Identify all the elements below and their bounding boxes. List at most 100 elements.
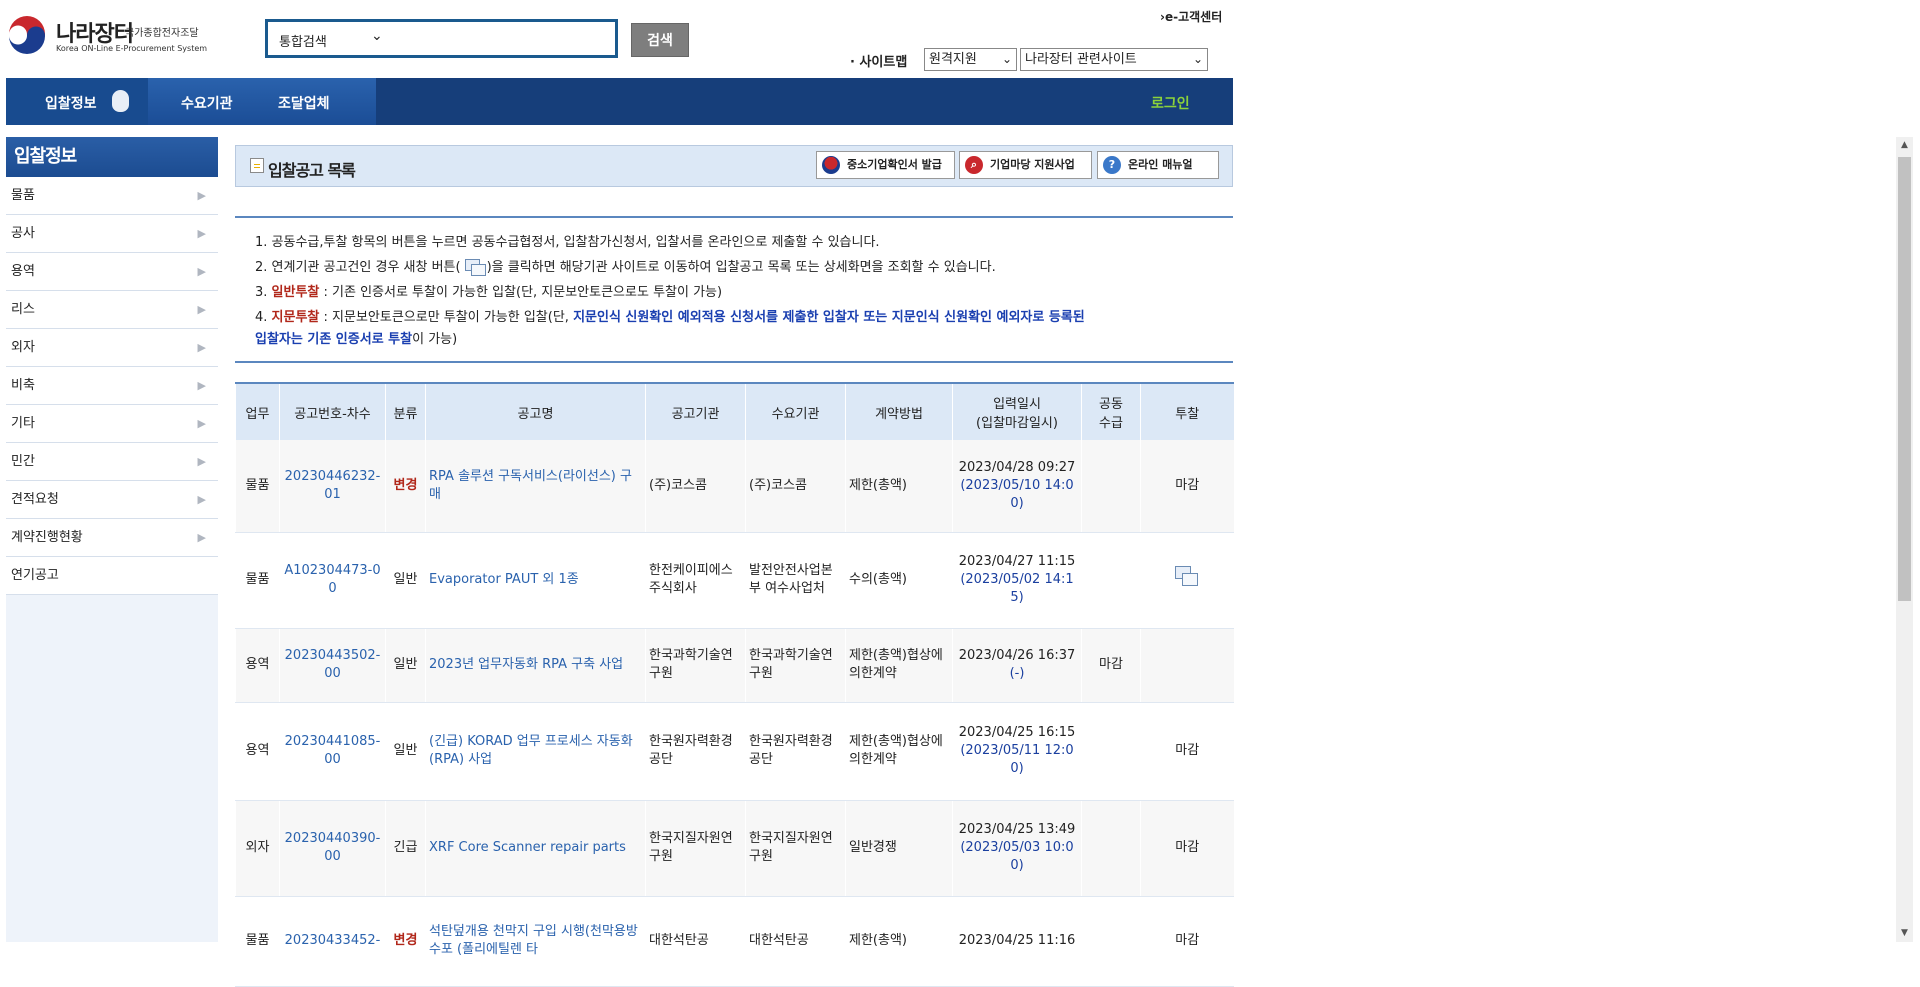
notice-line-1: 1. 공동수급,투찰 항목의 버튼을 누르면 공동수급협정서, 입찰참가신청서,…: [255, 235, 880, 250]
scrollbar-thumb[interactable]: [1898, 157, 1911, 601]
notice-number-link[interactable]: 20230443502-00: [279, 628, 386, 703]
customer-center-label: e-고객센터: [1164, 10, 1223, 24]
table-header-row: 업무 공고번호-차수 분류 공고명 공고기관 수요기관 계약방법 입력일시 (입…: [235, 382, 1234, 440]
bid-cell[interactable]: [1140, 532, 1234, 629]
notice-number-link[interactable]: 20230446232-01: [279, 440, 386, 533]
site-header: 나라장터 국가종합전자조달 Korea ON-Line E-Procuremen…: [0, 0, 1233, 78]
date-cell: 2023/04/25 13:49 (2023/05/03 10:00): [952, 800, 1082, 897]
notice-number-link[interactable]: A102304473-00: [279, 532, 386, 629]
sidebar-item-quote-request[interactable]: 견적요청 ▶: [6, 481, 218, 519]
work-cell: 물품: [235, 440, 280, 533]
sidebar-item-private[interactable]: 민간 ▶: [6, 443, 218, 481]
sidebar-item-postponed[interactable]: 연기공고: [6, 557, 218, 595]
notice-number-link[interactable]: 20230440390-00: [279, 800, 386, 897]
sidebar-item-stockpile[interactable]: 비축 ▶: [6, 367, 218, 405]
method-cell: 제한(총액): [845, 896, 953, 987]
new-window-icon: [461, 259, 487, 276]
sidebar-item-construction[interactable]: 공사 ▶: [6, 215, 218, 253]
notice-line-4-blue-1: 지문인식 신원확인 예외적용 신청서를 제출한 입찰자 또는 지문인식 신원확인…: [573, 310, 1085, 325]
notice-line-4-blue-2: 입찰자는 기존 인증서로 투찰: [255, 332, 413, 347]
sidebar-item-label: 외자: [11, 340, 35, 355]
remote-support-value: 원격지원: [929, 52, 977, 67]
sitemap-link[interactable]: · 사이트맵: [850, 51, 907, 70]
site-logo[interactable]: 나라장터 국가종합전자조달 Korea ON-Line E-Procuremen…: [6, 14, 226, 58]
bid-cell[interactable]: 마감: [1140, 800, 1234, 897]
column-header: 투찰: [1140, 382, 1234, 440]
sidebar-item-foreign[interactable]: 외자 ▶: [6, 329, 218, 367]
fingerprint-bid-label: 지문투찰: [271, 310, 320, 325]
bid-cell[interactable]: 마감: [1140, 896, 1234, 987]
column-header: 공고명: [425, 382, 646, 440]
sidebar: 입찰정보 물품 ▶ 공사 ▶ 용역 ▶ 리스 ▶ 외자 ▶ 비축 ▶ 기타 ▶ 민간 ▶ 견적요…: [6, 137, 218, 942]
related-sites-select[interactable]: 나라장터 관련사이트 ⌄: [1020, 48, 1208, 71]
login-button[interactable]: 로그인: [1151, 93, 1190, 113]
nav-item-demand-agency[interactable]: 수요기관: [181, 93, 233, 113]
joint-cell[interactable]: [1081, 440, 1141, 533]
notice-title-link[interactable]: Evaporator PAUT 외 1종: [425, 532, 646, 629]
bizinfo-support-label: 기업마당 지원사업: [990, 158, 1075, 171]
deadline-datetime: (2023/05/11 12:00): [960, 743, 1074, 776]
sidebar-item-label: 민간: [11, 454, 35, 469]
notice-box: 1. 공동수급,투찰 항목의 버튼을 누르면 공동수급협정서, 입찰참가신청서,…: [235, 216, 1233, 363]
sidebar-item-contract-status[interactable]: 계약진행현황 ▶: [6, 519, 218, 557]
notice-title-link[interactable]: 석탄덮개용 천막지 구입 시행(천막용방수포 (폴리에틸렌 타: [425, 896, 646, 987]
page-title: 입찰공고 목록: [268, 161, 356, 180]
search-scope-select[interactable]: 통합검색: [279, 31, 327, 50]
mouse-icon: [112, 90, 129, 112]
bizinfo-support-button[interactable]: ⌕ 기업마당 지원사업: [959, 151, 1092, 179]
joint-cell[interactable]: 마감: [1081, 628, 1141, 703]
online-manual-label: 온라인 매뉴얼: [1128, 158, 1193, 171]
sidebar-item-service[interactable]: 용역 ▶: [6, 253, 218, 291]
sidebar-item-label: 연기공고: [11, 568, 59, 583]
customer-center-link[interactable]: ›e-고객센터: [1160, 8, 1222, 25]
chevron-down-icon[interactable]: ⌄: [371, 28, 383, 44]
column-header: 공고번호-차수: [279, 382, 386, 440]
notice-title-link[interactable]: 2023년 업무자동화 RPA 구축 사업: [425, 628, 646, 703]
search-button[interactable]: 검색: [631, 23, 689, 57]
chevron-right-icon: ▶: [197, 417, 206, 430]
notice-title-link[interactable]: RPA 솔루션 구독서비스(라이선스) 구매: [425, 440, 646, 533]
nav-item-supplier[interactable]: 조달업체: [278, 93, 330, 113]
agency-cell: (주)코스콤: [645, 440, 746, 533]
bid-cell[interactable]: 마감: [1140, 702, 1234, 801]
column-header: 입력일시 (입찰마감일시): [952, 382, 1082, 440]
sidebar-menu: 물품 ▶ 공사 ▶ 용역 ▶ 리스 ▶ 외자 ▶ 비축 ▶ 기타 ▶ 민간 ▶ 견적요청 ▶ 계약…: [6, 177, 218, 595]
sidebar-item-other[interactable]: 기타 ▶: [6, 405, 218, 443]
scroll-up-arrow-icon[interactable]: ▲: [1896, 137, 1913, 154]
agency-cell: 한국원자력환경공단: [645, 702, 746, 801]
kind-cell: 일반: [385, 628, 426, 703]
table-row: 외자 20230440390-00 긴급 XRF Core Scanner re…: [235, 800, 1234, 897]
sme-certificate-button[interactable]: 중소기업확인서 발급: [816, 151, 955, 179]
logo-subtitle: 국가종합전자조달: [125, 28, 199, 39]
notice-title-link[interactable]: XRF Core Scanner repair parts: [425, 800, 646, 897]
bid-cell[interactable]: 마감: [1140, 440, 1234, 533]
sme-certificate-label: 중소기업확인서 발급: [847, 158, 942, 171]
deadline-datetime: (2023/05/03 10:00): [960, 840, 1074, 873]
search-input[interactable]: 통합검색 ⌄: [265, 19, 618, 58]
sidebar-item-lease[interactable]: 리스 ▶: [6, 291, 218, 329]
vertical-scrollbar[interactable]: ▲ ▼: [1896, 137, 1913, 942]
nav-item-bid-info[interactable]: 입찰정보: [45, 93, 97, 113]
column-header: 업무: [235, 382, 280, 440]
notice-line-4-cont: 입찰자는 기존 인증서로 투찰이 가능): [255, 328, 457, 347]
sidebar-item-label: 리스: [11, 302, 35, 317]
scroll-down-arrow-icon[interactable]: ▼: [1896, 925, 1913, 942]
new-window-icon[interactable]: [1175, 566, 1199, 588]
entry-datetime: 2023/04/27 11:15: [958, 554, 1076, 569]
remote-support-select[interactable]: 원격지원 ⌄: [924, 48, 1017, 71]
demand-agency-cell: 한국과학기술연구원: [745, 628, 846, 703]
chevron-right-icon: ▶: [197, 303, 206, 316]
agency-cell: 한국과학기술연구원: [645, 628, 746, 703]
entry-datetime: 2023/04/25 16:15: [958, 725, 1076, 740]
notice-number-link[interactable]: 20230441085-00: [279, 702, 386, 801]
online-manual-button[interactable]: ? 온라인 매뉴얼: [1097, 151, 1219, 179]
notice-title-link[interactable]: (긴급) KORAD 업무 프로세스 자동화(RPA) 사업: [425, 702, 646, 801]
method-cell: 제한(총액)협상에의한계약: [845, 702, 953, 801]
notice-number-link[interactable]: 20230433452-: [279, 896, 386, 987]
demand-agency-cell: 대한석탄공: [745, 896, 846, 987]
bid-cell: [1140, 628, 1234, 703]
sidebar-item-goods[interactable]: 물품 ▶: [6, 177, 218, 215]
agency-cell: 한전케이피에스주식회사: [645, 532, 746, 629]
sidebar-item-label: 비축: [11, 378, 35, 393]
notice-line-4-rest: : 지문보안토큰으로만 투찰이 가능한 입찰(단,: [319, 310, 574, 325]
